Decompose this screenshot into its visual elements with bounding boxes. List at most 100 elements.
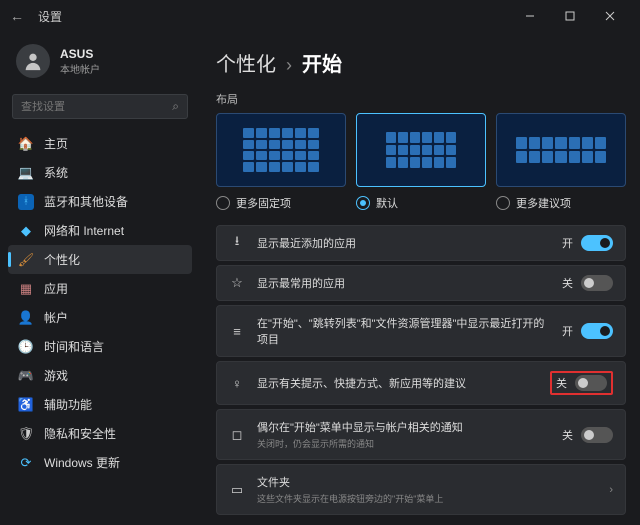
chevron-right-icon: › [286, 55, 292, 76]
toggle-wrap[interactable]: 开 [562, 235, 613, 251]
toggle-wrap[interactable]: 开 [562, 323, 613, 339]
toggle-wrap[interactable]: 关 [562, 427, 613, 443]
app-title: 设置 [38, 8, 510, 25]
setting-title: 偶尔在"开始"菜单中显示与帐户相关的通知 [257, 419, 550, 435]
setting-title: 在"开始"、"跳转列表"和"文件资源管理器"中显示最近打开的项目 [257, 315, 550, 347]
accessibility-icon: ♿ [18, 397, 34, 413]
layout-radio-row[interactable]: 更多固定项 [216, 195, 346, 211]
search-input[interactable]: ⌕ [12, 94, 188, 119]
update-icon: ⟳ [18, 455, 34, 471]
setting-row-4[interactable]: ◻ 偶尔在"开始"菜单中显示与帐户相关的通知关闭时，仍会显示所需的通知关 [216, 409, 626, 460]
breadcrumb-parent[interactable]: 个性化 [216, 48, 276, 77]
sidebar-item-label: 辅助功能 [44, 396, 92, 413]
sidebar-item-network[interactable]: ◆网络和 Internet [8, 216, 192, 245]
toggle-switch[interactable] [581, 275, 613, 291]
sidebar-item-label: 时间和语言 [44, 338, 104, 355]
home-icon: 🏠 [18, 136, 34, 152]
setting-text: 显示最近添加的应用 [257, 235, 550, 251]
sidebar-item-label: 隐私和安全性 [44, 425, 116, 442]
sidebar-item-label: 蓝牙和其他设备 [44, 193, 128, 210]
sidebar-nav: 🏠 主页 💻 系统 ᚼ 蓝牙和其他设备 ◆网络和 Internet 🖌 个性化 ▦ 应用 👤帐户 🕒 时间… [8, 129, 192, 477]
sidebar-item-home[interactable]: 🏠 主页 [8, 129, 192, 158]
toggle-switch[interactable] [581, 323, 613, 339]
layout-option-label: 默认 [376, 195, 398, 211]
toggle-state-label: 关 [562, 275, 573, 291]
sidebar-item-apps[interactable]: ▦ 应用 [8, 274, 192, 303]
time-icon: 🕒 [18, 339, 34, 355]
gaming-icon: 🎮 [18, 368, 34, 384]
setting-row-0[interactable]: ⭳ 显示最近添加的应用开 [216, 225, 626, 261]
apps-icon: ▦ [18, 281, 34, 297]
layout-option-0[interactable]: 更多固定项 [216, 113, 346, 211]
toggle-state-label: 关 [562, 427, 573, 443]
sidebar-item-gaming[interactable]: 🎮游戏 [8, 361, 192, 390]
setting-title: 显示最近添加的应用 [257, 235, 550, 251]
setting-row-3[interactable]: ♀ 显示有关提示、快捷方式、新应用等的建议关 [216, 361, 626, 405]
sidebar-item-label: 个性化 [44, 251, 80, 268]
setting-subtitle: 这些文件夹显示在电源按钮旁边的"开始"菜单上 [257, 492, 597, 505]
settings-list: ⭳显示最近添加的应用开☆显示最常用的应用关≡在"开始"、"跳转列表"和"文件资源… [216, 225, 626, 515]
system-icon: 💻 [18, 165, 34, 181]
layout-options-row: 更多固定项 默认 更多建议项 [216, 113, 626, 211]
toggle-switch[interactable] [581, 235, 613, 251]
privacy-icon: 🛡 [18, 426, 34, 442]
toggle-switch[interactable] [575, 375, 607, 391]
radio-icon [216, 196, 230, 210]
search-field[interactable] [21, 101, 172, 113]
maximize-button[interactable] [550, 2, 590, 30]
radio-icon [356, 196, 370, 210]
bulb-icon: ♀ [229, 375, 245, 391]
sidebar-item-label: 应用 [44, 280, 68, 297]
sidebar-item-accessibility[interactable]: ♿ 辅助功能 [8, 390, 192, 419]
list-icon: ≡ [229, 323, 245, 339]
folder-icon: ▭ [229, 482, 245, 498]
toggle-switch[interactable] [581, 427, 613, 443]
setting-text: 显示最常用的应用 [257, 275, 550, 291]
sidebar-item-label: 系统 [44, 164, 68, 181]
account-icon: 👤 [18, 310, 34, 326]
breadcrumb-current: 开始 [302, 48, 342, 77]
sidebar-item-system[interactable]: 💻 系统 [8, 158, 192, 187]
account-subtitle: 本地帐户 [60, 61, 100, 76]
layout-option-1[interactable]: 默认 [356, 113, 486, 211]
sidebar-item-label: 网络和 Internet [44, 222, 124, 239]
setting-text: 偶尔在"开始"菜单中显示与帐户相关的通知关闭时，仍会显示所需的通知 [257, 419, 550, 450]
sidebar-item-account[interactable]: 👤帐户 [8, 303, 192, 332]
sidebar-item-update[interactable]: ⟳ Windows 更新 [8, 448, 192, 477]
account-header[interactable]: ASUS 本地帐户 [8, 40, 192, 88]
setting-row-2[interactable]: ≡ 在"开始"、"跳转列表"和"文件资源管理器"中显示最近打开的项目开 [216, 305, 626, 357]
setting-title: 显示有关提示、快捷方式、新应用等的建议 [257, 375, 538, 391]
layout-option-label: 更多固定项 [236, 195, 291, 211]
download-icon: ⭳ [229, 235, 245, 251]
toggle-wrap[interactable]: 关 [562, 275, 613, 291]
personalize-icon: 🖌 [18, 252, 34, 268]
setting-title: 文件夹 [257, 474, 597, 490]
search-icon: ⌕ [172, 99, 179, 114]
sidebar-item-label: Windows 更新 [44, 454, 120, 471]
bell-icon: ◻ [229, 427, 245, 443]
sidebar-item-label: 主页 [44, 135, 68, 152]
sidebar-item-privacy[interactable]: 🛡 隐私和安全性 [8, 419, 192, 448]
minimize-button[interactable] [510, 2, 550, 30]
close-button[interactable] [590, 2, 630, 30]
sidebar-item-time[interactable]: 🕒 时间和语言 [8, 332, 192, 361]
layout-option-label: 更多建议项 [516, 195, 571, 211]
setting-row-5[interactable]: ▭ 文件夹这些文件夹显示在电源按钮旁边的"开始"菜单上 › [216, 464, 626, 515]
layout-radio-row[interactable]: 更多建议项 [496, 195, 626, 211]
layout-radio-row[interactable]: 默认 [356, 195, 486, 211]
toggle-state-label: 开 [562, 323, 573, 339]
back-button[interactable]: ← [10, 8, 30, 24]
bluetooth-icon: ᚼ [18, 194, 34, 210]
layout-option-2[interactable]: 更多建议项 [496, 113, 626, 211]
chevron-right-icon: › [609, 484, 613, 496]
setting-title: 显示最常用的应用 [257, 275, 550, 291]
avatar [16, 44, 50, 78]
sidebar-item-personalize[interactable]: 🖌 个性化 [8, 245, 192, 274]
toggle-wrap[interactable]: 关 [550, 371, 613, 395]
setting-text: 在"开始"、"跳转列表"和"文件资源管理器"中显示最近打开的项目 [257, 315, 550, 347]
setting-text: 显示有关提示、快捷方式、新应用等的建议 [257, 375, 538, 391]
breadcrumb: 个性化 › 开始 [216, 48, 626, 77]
layout-thumb [496, 113, 626, 187]
setting-row-1[interactable]: ☆显示最常用的应用关 [216, 265, 626, 301]
sidebar-item-bluetooth[interactable]: ᚼ 蓝牙和其他设备 [8, 187, 192, 216]
